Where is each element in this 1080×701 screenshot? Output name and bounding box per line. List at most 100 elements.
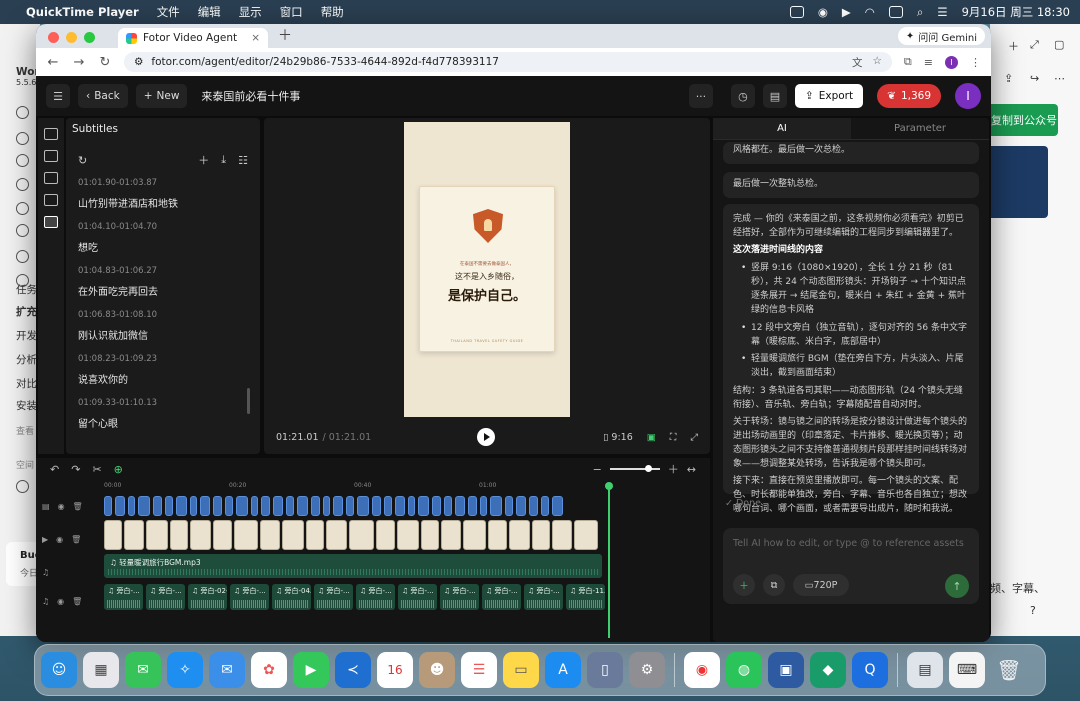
chrome-icon[interactable]: ◉ xyxy=(684,652,720,688)
video-clip[interactable] xyxy=(260,520,280,550)
wechat-status-icon[interactable]: ◉ xyxy=(818,5,828,19)
subtitle-clip[interactable] xyxy=(408,496,415,516)
subtitle-clip[interactable] xyxy=(251,496,258,516)
aspect-ratio-button[interactable]: ▯ 9:16 xyxy=(603,432,633,443)
ask-gemini-button[interactable]: ✦ 问问 Gemini xyxy=(897,27,985,45)
voice-track[interactable]: ♫ 旁白-...♫ 旁白-...♫ 旁白-02-...♫ 旁白-...♫ 旁白-… xyxy=(104,584,608,610)
subtitle-clip[interactable] xyxy=(190,496,197,516)
simulator-icon[interactable]: ▯ xyxy=(587,652,623,688)
voice-clip[interactable]: ♫ 旁白-... xyxy=(314,584,353,610)
translate-icon[interactable]: 文 xyxy=(852,55,863,70)
tab-fotor[interactable]: Fotor Video Agent × xyxy=(118,28,268,48)
expand-icon[interactable]: ⤢ xyxy=(1030,38,1039,52)
delete-track-icon[interactable]: 🗑 xyxy=(71,535,81,544)
wifi-icon[interactable]: ◠ xyxy=(865,5,875,19)
site-info-icon[interactable]: ⚙ xyxy=(134,56,143,68)
tab-ai[interactable]: AI xyxy=(713,118,851,139)
status-icon[interactable] xyxy=(789,6,804,18)
video-clip[interactable] xyxy=(326,520,347,550)
subtitle-text[interactable]: 在外面吃完再回去 xyxy=(78,283,248,298)
subtitle-text[interactable]: 说喜欢你的 xyxy=(78,371,248,386)
help-icon[interactable]: ? xyxy=(1030,604,1036,617)
menu-app-name[interactable]: QuickTime Player xyxy=(26,5,139,19)
facetime-icon[interactable]: ▶ xyxy=(293,652,329,688)
video-clip[interactable] xyxy=(234,520,258,550)
wechat-icon[interactable]: ◍ xyxy=(726,652,762,688)
voice-clip[interactable]: ♫ 旁白-... xyxy=(146,584,185,610)
subtitle-clip[interactable] xyxy=(323,496,330,516)
subtitle-clip[interactable] xyxy=(490,496,502,516)
voice-clip[interactable]: ♫ 旁白-... xyxy=(104,584,143,610)
subtitle-clip[interactable] xyxy=(115,496,125,516)
delete-track-icon[interactable]: 🗑 xyxy=(73,502,83,511)
subtitle-clip[interactable] xyxy=(286,496,294,516)
refresh-icon[interactable]: ↻ xyxy=(78,154,87,167)
launchpad-icon[interactable]: ▦ xyxy=(83,652,119,688)
subtitle-clip[interactable] xyxy=(104,496,112,516)
subtitle-clip[interactable] xyxy=(552,496,563,516)
undo-icon[interactable]: ↶ xyxy=(50,463,59,476)
credits-badge[interactable]: ❦ 1,369 xyxy=(877,84,941,108)
safari-icon[interactable]: ✧ xyxy=(167,652,203,688)
menu-edit[interactable]: 编辑 xyxy=(198,4,221,20)
video-clip[interactable] xyxy=(306,520,324,550)
subtitle-clip[interactable] xyxy=(432,496,441,516)
battery-icon[interactable] xyxy=(888,6,903,18)
voice-clip[interactable]: ♫ 旁白-02-... xyxy=(188,584,227,610)
add-icon[interactable]: ＋ xyxy=(1008,38,1019,54)
subtitle-clip[interactable] xyxy=(468,496,477,516)
notes-icon[interactable]: ▭ xyxy=(503,652,539,688)
subtitle-item[interactable]: 01:06.83-01:08.10 刚认识就加微信 xyxy=(66,304,260,348)
recent-document-icon[interactable]: ▤ xyxy=(907,652,943,688)
subtitle-clip[interactable] xyxy=(200,496,210,516)
database-icon[interactable]: ▣ xyxy=(768,652,804,688)
video-clip[interactable] xyxy=(146,520,168,550)
subtitle-item[interactable]: 01:09.33-01:10.13 留个心眼 xyxy=(66,392,260,436)
video-clip[interactable] xyxy=(463,520,486,550)
subtitle-clip[interactable] xyxy=(455,496,465,516)
bookmark-star-icon[interactable]: ☆ xyxy=(873,55,882,70)
window-icon[interactable]: ▢ xyxy=(1054,38,1064,51)
share-icon[interactable]: ↪ xyxy=(1030,72,1039,85)
subtitle-clip[interactable] xyxy=(297,496,308,516)
magnet-icon[interactable]: ⊕ xyxy=(114,463,123,476)
video-clip[interactable] xyxy=(190,520,211,550)
visibility-icon[interactable]: ◉ xyxy=(58,502,65,511)
voice-clip[interactable]: ♫ 旁白-11... xyxy=(566,584,605,610)
menu-view[interactable]: 显示 xyxy=(239,4,262,20)
app-store-icon[interactable]: A xyxy=(545,652,581,688)
video-clip[interactable] xyxy=(376,520,395,550)
attach-image-button[interactable]: ⧉ xyxy=(763,574,785,596)
crop-icon[interactable]: ⛶ xyxy=(670,432,677,443)
menu-window[interactable]: 窗口 xyxy=(280,4,303,20)
zoom-out-icon[interactable]: − xyxy=(593,463,602,476)
search-icon[interactable]: ⌕ xyxy=(917,5,923,20)
media-icon[interactable] xyxy=(44,150,58,162)
fit-icon[interactable]: ↔ xyxy=(687,463,696,476)
subtitle-item[interactable]: 01:04.83-01:06.27 在外面吃完再回去 xyxy=(66,260,260,304)
finder-icon[interactable]: ☺ xyxy=(41,652,77,688)
voice-clip[interactable]: ♫ 旁白-04... xyxy=(272,584,311,610)
mail-icon[interactable]: ✉ xyxy=(209,652,245,688)
new-tab-button[interactable]: ＋ xyxy=(278,25,292,45)
subtitle-text[interactable]: 留个心眼 xyxy=(78,415,248,430)
ide-icon[interactable]: ◆ xyxy=(810,652,846,688)
zoom-slider[interactable] xyxy=(609,465,660,472)
video-clip[interactable] xyxy=(509,520,530,550)
chat-input-placeholder[interactable]: Tell AI how to edit, or type @ to refere… xyxy=(733,538,964,549)
subtitle-text[interactable]: 想吃 xyxy=(78,239,248,254)
subtitle-item[interactable]: 01:08.23-01:09.23 说喜欢你的 xyxy=(66,348,260,392)
contacts-icon[interactable]: ☻ xyxy=(419,652,455,688)
video-clip[interactable] xyxy=(532,520,550,550)
zoom-window-button[interactable] xyxy=(84,32,95,43)
fullscreen-icon[interactable]: ⤢ xyxy=(690,432,698,443)
user-avatar[interactable]: I xyxy=(955,83,981,109)
project-title[interactable]: 来泰国前必看十件事 xyxy=(201,88,300,104)
reading-list-icon[interactable]: ≡ xyxy=(924,56,933,69)
subtitle-clip[interactable] xyxy=(357,496,369,516)
system-settings-icon[interactable]: ⚙ xyxy=(629,652,665,688)
subtitle-clip[interactable] xyxy=(444,496,452,516)
subtitle-item[interactable]: 01:04.10-01:04.70 想吃 xyxy=(66,216,260,260)
video-clip[interactable] xyxy=(574,520,598,550)
export-button[interactable]: ⇪ Export xyxy=(794,84,864,108)
